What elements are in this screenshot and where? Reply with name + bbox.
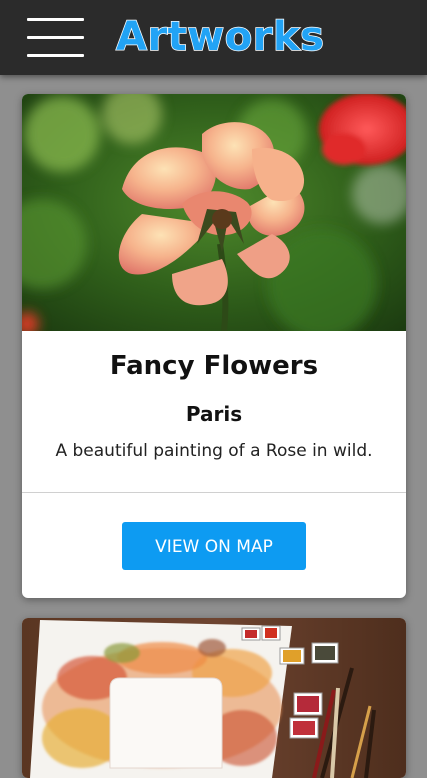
artwork-card bbox=[22, 618, 406, 778]
card-divider bbox=[22, 492, 406, 493]
hamburger-menu-icon[interactable] bbox=[27, 18, 84, 58]
artwork-description: A beautiful painting of a Rose in wild. bbox=[55, 441, 373, 461]
artwork-image[interactable] bbox=[22, 618, 406, 778]
menu-line bbox=[27, 54, 84, 57]
artwork-title: Fancy Flowers bbox=[109, 351, 319, 381]
artwork-card: Fancy Flowers Paris A beautiful painting… bbox=[22, 94, 406, 598]
artwork-image[interactable] bbox=[22, 94, 406, 331]
app-bar: Artworks bbox=[0, 0, 427, 75]
menu-line bbox=[27, 18, 84, 21]
artwork-location: Paris bbox=[185, 402, 243, 426]
menu-line bbox=[27, 36, 84, 39]
view-on-map-button[interactable]: VIEW ON MAP bbox=[122, 522, 306, 570]
app-title: Artworks bbox=[115, 13, 325, 61]
